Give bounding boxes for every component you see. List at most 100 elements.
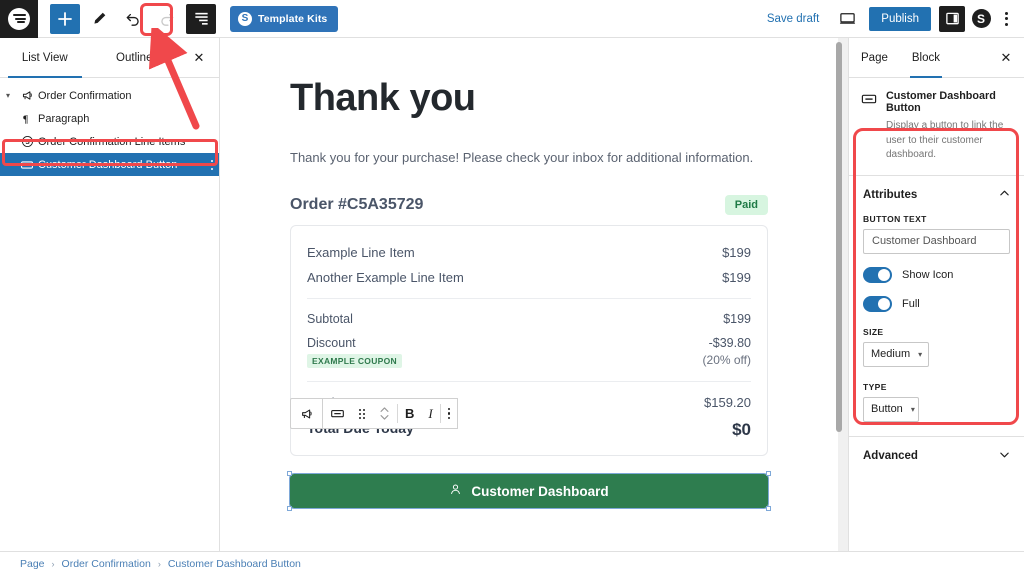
full-toggle[interactable]	[863, 295, 892, 312]
breadcrumb-item-page[interactable]: Page	[20, 558, 45, 570]
pilcrow-icon: ¶	[16, 112, 38, 125]
discount-label: Discount	[307, 336, 356, 351]
divider	[307, 298, 751, 300]
page-subtext[interactable]: Thank you for your purchase! Please chec…	[290, 148, 768, 168]
attributes-section-title: Attributes	[863, 188, 918, 201]
svg-text:¶: ¶	[23, 114, 29, 125]
sidebar-block-description: Display a button to link the user to the…	[886, 120, 1004, 160]
editor-canvas: Thank you Thank you for your purchase! P…	[220, 38, 848, 551]
button-text-input[interactable]: Customer Dashboard	[863, 228, 1010, 254]
chevron-down-icon: ▾	[910, 404, 915, 414]
order-number: Order #C5A35729	[290, 196, 424, 214]
coupon-badge: EXAMPLE COUPON	[307, 354, 402, 369]
tree-item-options-icon[interactable]	[211, 159, 213, 170]
tab-list-view[interactable]: List View	[0, 38, 90, 78]
tab-page-label: Page	[861, 51, 888, 64]
chevron-up-icon[interactable]	[999, 188, 1010, 202]
resize-handle[interactable]	[287, 471, 292, 477]
status-badge: Paid	[724, 195, 768, 216]
button-block-icon	[16, 158, 38, 172]
order-header: Order #C5A35729 Paid	[290, 195, 768, 216]
preview-icon[interactable]	[833, 5, 861, 33]
block-type-button[interactable]	[323, 398, 352, 429]
tree-item-label: Order Confirmation	[38, 89, 132, 102]
line-item-label: Example Line Item	[307, 245, 415, 261]
save-draft-button[interactable]: Save draft	[767, 13, 819, 25]
sidebar-block-title: Customer Dashboard Button	[886, 90, 996, 114]
canvas-scrollbar[interactable]	[836, 38, 842, 551]
full-label: Full	[902, 297, 920, 310]
more-options-icon[interactable]	[997, 11, 1016, 26]
discount-values: -$39.80 (20% off)	[703, 336, 751, 367]
drag-handle[interactable]	[352, 398, 372, 429]
line-item-row: Example Line Item $199	[307, 240, 751, 265]
subtotal-label: Subtotal	[307, 312, 353, 327]
discount-row: Discount EXAMPLE COUPON -$39.80 (20% off…	[307, 331, 751, 373]
tree-item-label: Paragraph	[38, 112, 90, 125]
tab-list-view-label: List View	[21, 51, 68, 64]
site-logo-icon	[8, 7, 30, 30]
settings-sidebar: Page Block ✕ Customer Dashboard Button D…	[848, 38, 1024, 551]
chevron-down-icon[interactable]	[999, 449, 1010, 463]
drag-grip-icon	[359, 408, 365, 419]
breadcrumb-item-customer-dashboard-button[interactable]: Customer Dashboard Button	[168, 558, 301, 570]
type-select[interactable]: Button ▾	[863, 396, 919, 422]
chevron-down-icon: ▾	[918, 349, 923, 359]
discount-amount: -$39.80	[708, 336, 751, 351]
move-updown-button[interactable]	[372, 398, 397, 429]
edit-tool-button[interactable]	[84, 4, 114, 34]
advanced-section-header[interactable]: Advanced	[849, 437, 1024, 475]
button-block-icon	[861, 90, 877, 163]
megaphone-icon	[16, 89, 38, 102]
total-amount: $159.20	[704, 395, 751, 411]
toggle-knob	[878, 268, 890, 281]
italic-button[interactable]: I	[421, 398, 439, 429]
discount-block: Discount EXAMPLE COUPON	[307, 336, 402, 369]
settings-sidebar-icon[interactable]	[939, 5, 965, 32]
line-item-amount: $199	[722, 245, 751, 261]
customer-dashboard-button[interactable]: Customer Dashboard	[287, 471, 771, 512]
toolbar-right-group: Save draft Publish S	[767, 5, 1024, 33]
breadcrumb-item-order-confirmation[interactable]: Order Confirmation	[62, 558, 151, 570]
sidebar-tabs: Page Block ✕	[849, 38, 1024, 78]
parent-block-button[interactable]	[290, 398, 323, 429]
type-label: TYPE	[863, 381, 887, 392]
tab-block[interactable]: Block	[900, 38, 952, 78]
toggle-knob	[878, 297, 890, 310]
user-icon	[449, 483, 462, 499]
close-sidebar-icon[interactable]: ✕	[988, 38, 1024, 77]
show-icon-toggle-row: Show Icon	[863, 266, 1010, 283]
full-toggle-row: Full	[863, 295, 1010, 312]
annotation-arrow	[148, 28, 200, 130]
size-value: Medium	[871, 348, 911, 360]
site-logo-button[interactable]	[0, 0, 38, 38]
line-item-amount: $199	[722, 270, 751, 286]
canvas-scrollbar-thumb[interactable]	[836, 42, 842, 432]
button-text-value: Customer Dashboard	[872, 235, 977, 247]
size-select[interactable]: Medium ▾	[863, 341, 929, 367]
resize-handle[interactable]	[766, 471, 771, 477]
total-due-amount: $0	[732, 420, 751, 440]
resize-handle[interactable]	[766, 506, 771, 512]
plugin-badge-label: S	[971, 9, 991, 28]
line-item-label: Another Example Line Item	[307, 270, 464, 286]
tree-item-customer-dashboard-button[interactable]: Customer Dashboard Button	[0, 153, 219, 176]
plugin-badge-icon[interactable]: S	[967, 5, 995, 33]
show-icon-toggle[interactable]	[863, 266, 892, 283]
resize-handle[interactable]	[287, 506, 292, 512]
template-kits-button[interactable]: S Template Kits	[230, 5, 339, 32]
bold-button[interactable]: B	[398, 398, 421, 429]
block-more-options-button[interactable]	[441, 398, 458, 429]
bold-label: B	[405, 406, 415, 421]
line-item-row: Another Example Line Item $199	[307, 265, 751, 290]
page-preview: Thank you Thank you for your purchase! P…	[220, 38, 838, 551]
breadcrumb-separator: ›	[51, 558, 55, 569]
tab-page[interactable]: Page	[849, 38, 900, 77]
customer-dashboard-button-label: Customer Dashboard	[471, 483, 609, 499]
add-block-button[interactable]	[50, 3, 80, 34]
publish-button[interactable]: Publish	[869, 6, 931, 31]
italic-label: I	[428, 405, 433, 421]
attributes-section: Attributes BUTTON TEXT Customer Dashboar…	[849, 174, 1024, 436]
attributes-section-header[interactable]: Attributes	[849, 176, 1024, 214]
chevron-down-icon[interactable]: ▾	[0, 91, 16, 100]
